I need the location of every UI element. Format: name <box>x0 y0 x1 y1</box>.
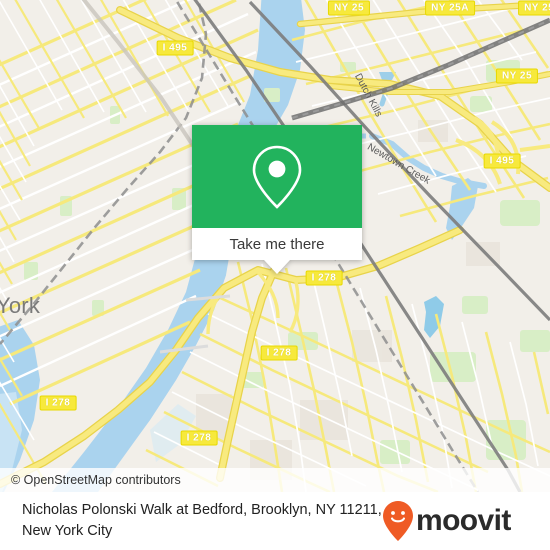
highway-shield: I 278 <box>39 395 77 411</box>
map-attribution[interactable]: © OpenStreetMap contributors <box>0 468 550 492</box>
take-me-there-label: Take me there <box>229 235 325 253</box>
popup-header <box>192 125 362 228</box>
place-label-new-york: York <box>0 293 41 318</box>
highway-shield: NY 25A <box>518 0 550 16</box>
take-me-there-button[interactable]: Take me there <box>192 228 362 260</box>
highway-shield: I 278 <box>260 345 298 361</box>
location-title: Nicholas Polonski Walk at Bedford, Brook… <box>22 502 382 539</box>
highway-shield: NY 25 <box>495 68 539 84</box>
map-pin-icon <box>252 145 302 209</box>
attribution-text: © OpenStreetMap contributors <box>11 473 181 487</box>
highway-shield: NY 25 <box>327 0 371 16</box>
highway-shield: I 278 <box>180 430 218 446</box>
highway-shield: NY 25A <box>425 0 475 16</box>
popup-pointer-tail <box>264 260 290 274</box>
highway-shield: I 278 <box>305 270 343 286</box>
location-popup-card[interactable]: Take me there <box>192 125 362 274</box>
footer-bar: Nicholas Polonski Walk at Bedford, Brook… <box>0 492 550 550</box>
highway-shield: I 495 <box>156 40 194 56</box>
highway-shield: I 495 <box>483 153 521 169</box>
moovit-smiley-pin-icon <box>383 501 413 541</box>
moovit-logo[interactable]: moovit <box>382 500 511 542</box>
map-canvas[interactable]: York Dutch Kills Newtown Creek NY 25 NY … <box>0 0 550 492</box>
map-share-card: York Dutch Kills Newtown Creek NY 25 NY … <box>0 0 550 550</box>
moovit-wordmark: moovit <box>416 504 511 537</box>
